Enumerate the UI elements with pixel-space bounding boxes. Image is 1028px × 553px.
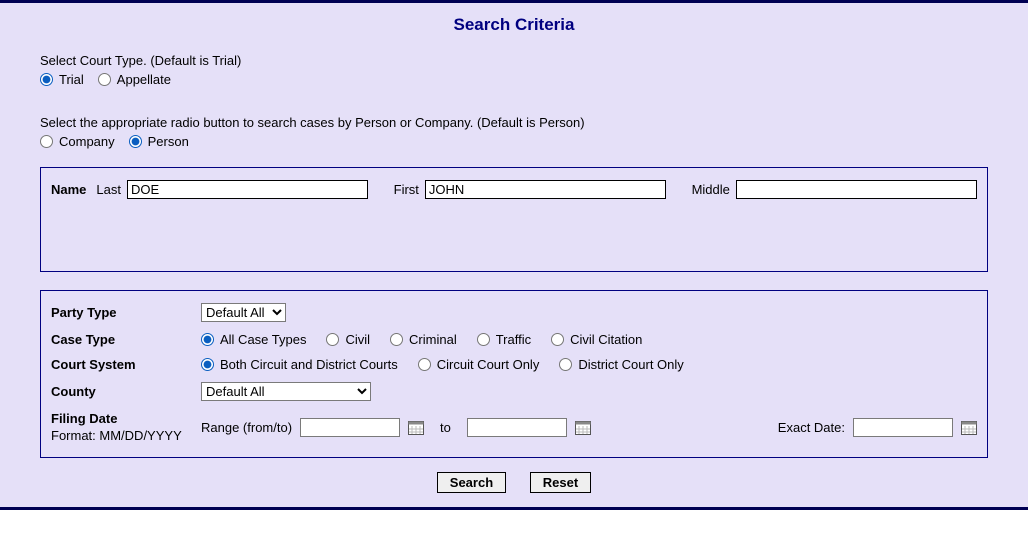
radio-district-only[interactable] <box>559 358 572 371</box>
calendar-icon[interactable] <box>961 420 977 436</box>
first-label: First <box>394 182 419 197</box>
party-type-select[interactable]: Default All <box>201 303 286 322</box>
radio-appellate[interactable] <box>98 73 111 86</box>
last-name-input[interactable] <box>127 180 368 199</box>
radio-traffic-label[interactable]: Traffic <box>496 332 531 347</box>
reset-button[interactable]: Reset <box>530 472 591 493</box>
radio-criminal[interactable] <box>390 333 403 346</box>
first-name-input[interactable] <box>425 180 666 199</box>
radio-circuit-only-label[interactable]: Circuit Court Only <box>437 357 540 372</box>
radio-company-label[interactable]: Company <box>59 134 115 149</box>
search-button[interactable]: Search <box>437 472 506 493</box>
exact-date-input[interactable] <box>853 418 953 437</box>
radio-district-only-label[interactable]: District Court Only <box>578 357 683 372</box>
radio-person-label[interactable]: Person <box>148 134 189 149</box>
radio-civil[interactable] <box>326 333 339 346</box>
county-label: County <box>51 384 201 399</box>
search-panel: Search Criteria Select Court Type. (Defa… <box>0 3 1028 507</box>
radio-person[interactable] <box>129 135 142 148</box>
filing-date-format: Format: MM/DD/YYYY <box>51 428 182 443</box>
range-from-input[interactable] <box>300 418 400 437</box>
case-type-label: Case Type <box>51 332 201 347</box>
radio-civil-citation-label[interactable]: Civil Citation <box>570 332 642 347</box>
exact-date-label: Exact Date: <box>778 420 845 435</box>
name-box: Name Last First Middle <box>40 167 988 272</box>
radio-both-courts-label[interactable]: Both Circuit and District Courts <box>220 357 398 372</box>
name-label: Name <box>51 182 86 197</box>
radio-trial[interactable] <box>40 73 53 86</box>
radio-criminal-label[interactable]: Criminal <box>409 332 457 347</box>
page-title: Search Criteria <box>14 15 1014 35</box>
calendar-icon[interactable] <box>575 420 591 436</box>
radio-all-case-types[interactable] <box>201 333 214 346</box>
court-type-prompt: Select Court Type. (Default is Trial) <box>40 53 1014 68</box>
radio-trial-label[interactable]: Trial <box>59 72 84 87</box>
filters-box: Party Type Default All Case Type All Cas… <box>40 290 988 458</box>
radio-all-case-types-label[interactable]: All Case Types <box>220 332 306 347</box>
calendar-icon[interactable] <box>408 420 424 436</box>
range-to-input[interactable] <box>467 418 567 437</box>
radio-appellate-label[interactable]: Appellate <box>117 72 171 87</box>
range-label: Range (from/to) <box>201 420 292 435</box>
middle-label: Middle <box>692 182 730 197</box>
to-label: to <box>440 420 451 435</box>
party-search-prompt: Select the appropriate radio button to s… <box>40 115 1014 130</box>
radio-both-courts[interactable] <box>201 358 214 371</box>
radio-traffic[interactable] <box>477 333 490 346</box>
party-type-label: Party Type <box>51 305 201 320</box>
middle-name-input[interactable] <box>736 180 977 199</box>
court-system-label: Court System <box>51 357 201 372</box>
filing-date-label: Filing Date <box>51 411 117 426</box>
radio-circuit-only[interactable] <box>418 358 431 371</box>
county-select[interactable]: Default All <box>201 382 371 401</box>
radio-civil-label[interactable]: Civil <box>345 332 370 347</box>
filing-date-label-block: Filing Date Format: MM/DD/YYYY <box>51 411 201 445</box>
radio-company[interactable] <box>40 135 53 148</box>
last-label: Last <box>96 182 121 197</box>
radio-civil-citation[interactable] <box>551 333 564 346</box>
bottom-divider <box>0 507 1028 510</box>
